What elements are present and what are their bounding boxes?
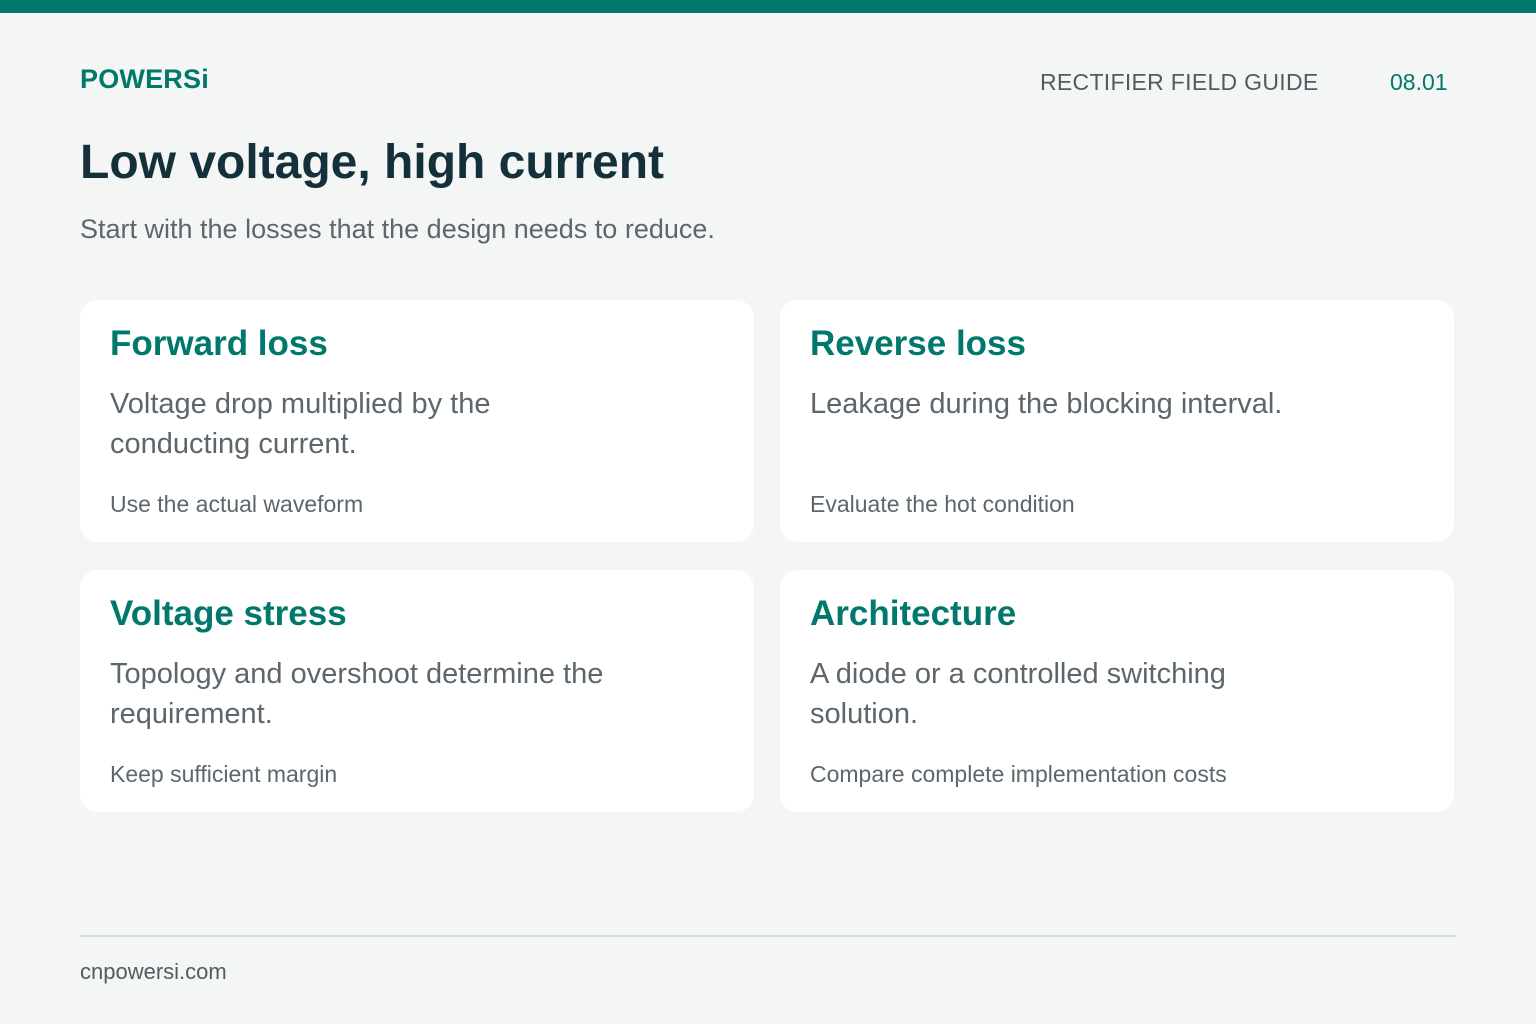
card-description: A diode or a controlled switching soluti… <box>810 658 1226 730</box>
card-title: Reverse loss <box>810 324 1026 363</box>
page-title: Low voltage, high current <box>80 136 665 189</box>
card-note: Evaluate the hot condition <box>810 491 1075 517</box>
card-title: Forward loss <box>110 324 328 363</box>
card-forward-loss: Forward loss Voltage drop multiplied by … <box>80 300 754 542</box>
card-note: Compare complete implementation costs <box>810 761 1227 787</box>
card-architecture: Architecture A diode or a controlled swi… <box>780 570 1454 812</box>
card-note: Use the actual waveform <box>110 491 364 517</box>
page-number: 08.01 <box>1390 69 1448 95</box>
brand-logo: POWERSi <box>80 64 209 94</box>
footer-divider <box>80 935 1456 937</box>
card-description: Voltage drop multiplied by the conductin… <box>110 388 491 460</box>
top-accent-bar <box>0 0 1536 13</box>
card-reverse-loss: Reverse loss Leakage during the blocking… <box>780 300 1454 542</box>
footer-website: cnpowersi.com <box>80 959 227 984</box>
card-voltage-stress: Voltage stress Topology and overshoot de… <box>80 570 754 812</box>
card-note: Keep sufficient margin <box>110 761 338 787</box>
guide-label: RECTIFIER FIELD GUIDE <box>1040 69 1319 95</box>
card-title: Voltage stress <box>110 594 347 633</box>
card-title: Architecture <box>810 594 1017 633</box>
card-description: Leakage during the blocking interval. <box>810 388 1283 420</box>
page-subtitle: Start with the losses that the design ne… <box>80 214 715 244</box>
card-description: Topology and overshoot determine the req… <box>110 658 604 730</box>
